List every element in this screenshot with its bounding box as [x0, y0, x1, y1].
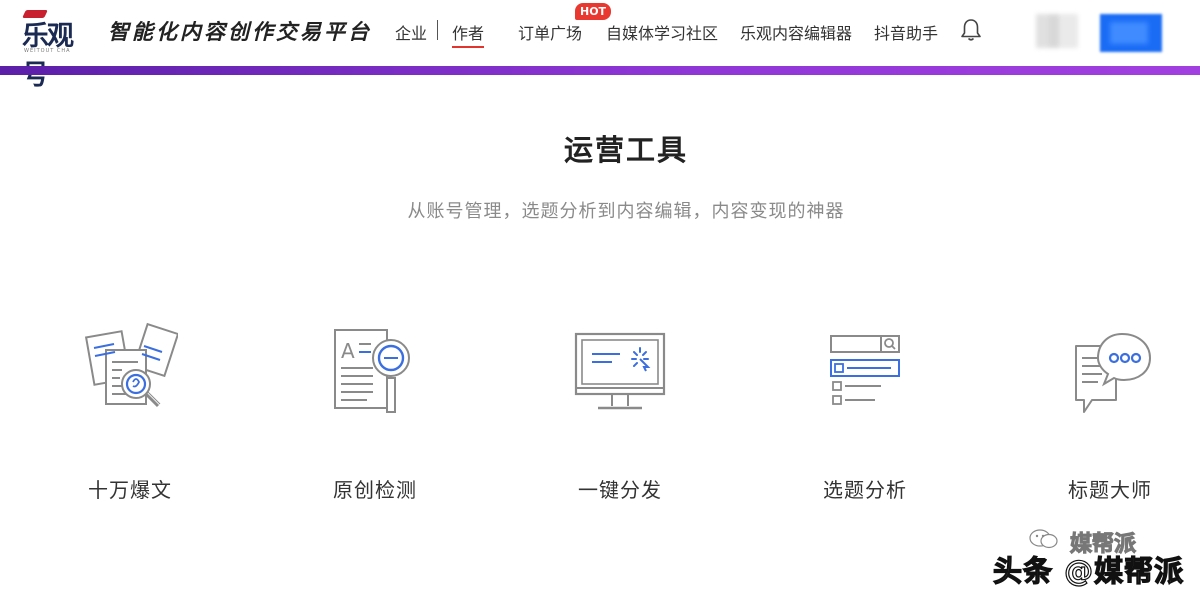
logo-subtext: WEITOUT CHA: [24, 48, 71, 54]
site-logo[interactable]: 乐观号 WEITOUT CHA: [22, 10, 96, 91]
watermark-text: 头条 @媒帮派: [992, 553, 1185, 588]
nav-item-douyin-assistant[interactable]: 抖音助手: [874, 20, 938, 44]
nav-item-author[interactable]: 作者: [452, 20, 484, 44]
site-slogan: 智能化内容创作交易平台: [108, 19, 372, 44]
documents-search-icon: [84, 322, 178, 408]
tool-card-viral-articles[interactable]: 十万爆文: [55, 318, 205, 518]
nav-item-order-square[interactable]: 订单广场: [518, 20, 582, 44]
document-magnifier-icon: A: [334, 329, 410, 413]
nav-divider: [437, 20, 438, 40]
hot-badge: HOT: [575, 3, 612, 20]
user-account-button-blurred[interactable]: [1100, 14, 1162, 52]
tool-label: 十万爆文: [88, 478, 172, 502]
nav-active-indicator: [452, 46, 484, 48]
tool-label: 选题分析: [823, 478, 907, 502]
nav-item-learning-community[interactable]: 自媒体学习社区: [606, 20, 718, 44]
tool-label: 原创检测: [333, 478, 417, 502]
tool-label: 一键分发: [578, 478, 662, 502]
section-title: 运营工具: [563, 133, 688, 167]
tool-card-one-click-publish[interactable]: 一键分发: [545, 318, 695, 518]
user-avatar-blurred[interactable]: [1036, 14, 1078, 48]
wechat-icon: [1029, 529, 1058, 549]
svg-text:A: A: [341, 339, 355, 363]
tool-card-originality-check[interactable]: A 原创检测: [300, 318, 450, 518]
monitor-publish-icon: [574, 332, 666, 410]
top-header: 乐观号 WEITOUT CHA 智能化内容创作交易平台 企业 作者 订单广场 H…: [0, 0, 1200, 91]
bell-icon[interactable]: [960, 18, 982, 42]
section-subtitle: 从账号管理，选题分析到内容编辑，内容变现的神器: [407, 201, 845, 222]
chat-bubbles-icon: [1075, 332, 1152, 413]
nav-item-content-editor[interactable]: 乐观内容编辑器: [740, 20, 852, 44]
tool-card-title-master[interactable]: 标题大师: [1035, 318, 1185, 518]
tool-label: 标题大师: [1068, 478, 1152, 502]
tool-card-topic-analysis[interactable]: 选题分析: [790, 318, 940, 518]
search-list-icon: [830, 335, 900, 405]
nav-item-enterprise[interactable]: 企业: [395, 20, 427, 44]
header-gradient-bar: [0, 66, 1200, 75]
